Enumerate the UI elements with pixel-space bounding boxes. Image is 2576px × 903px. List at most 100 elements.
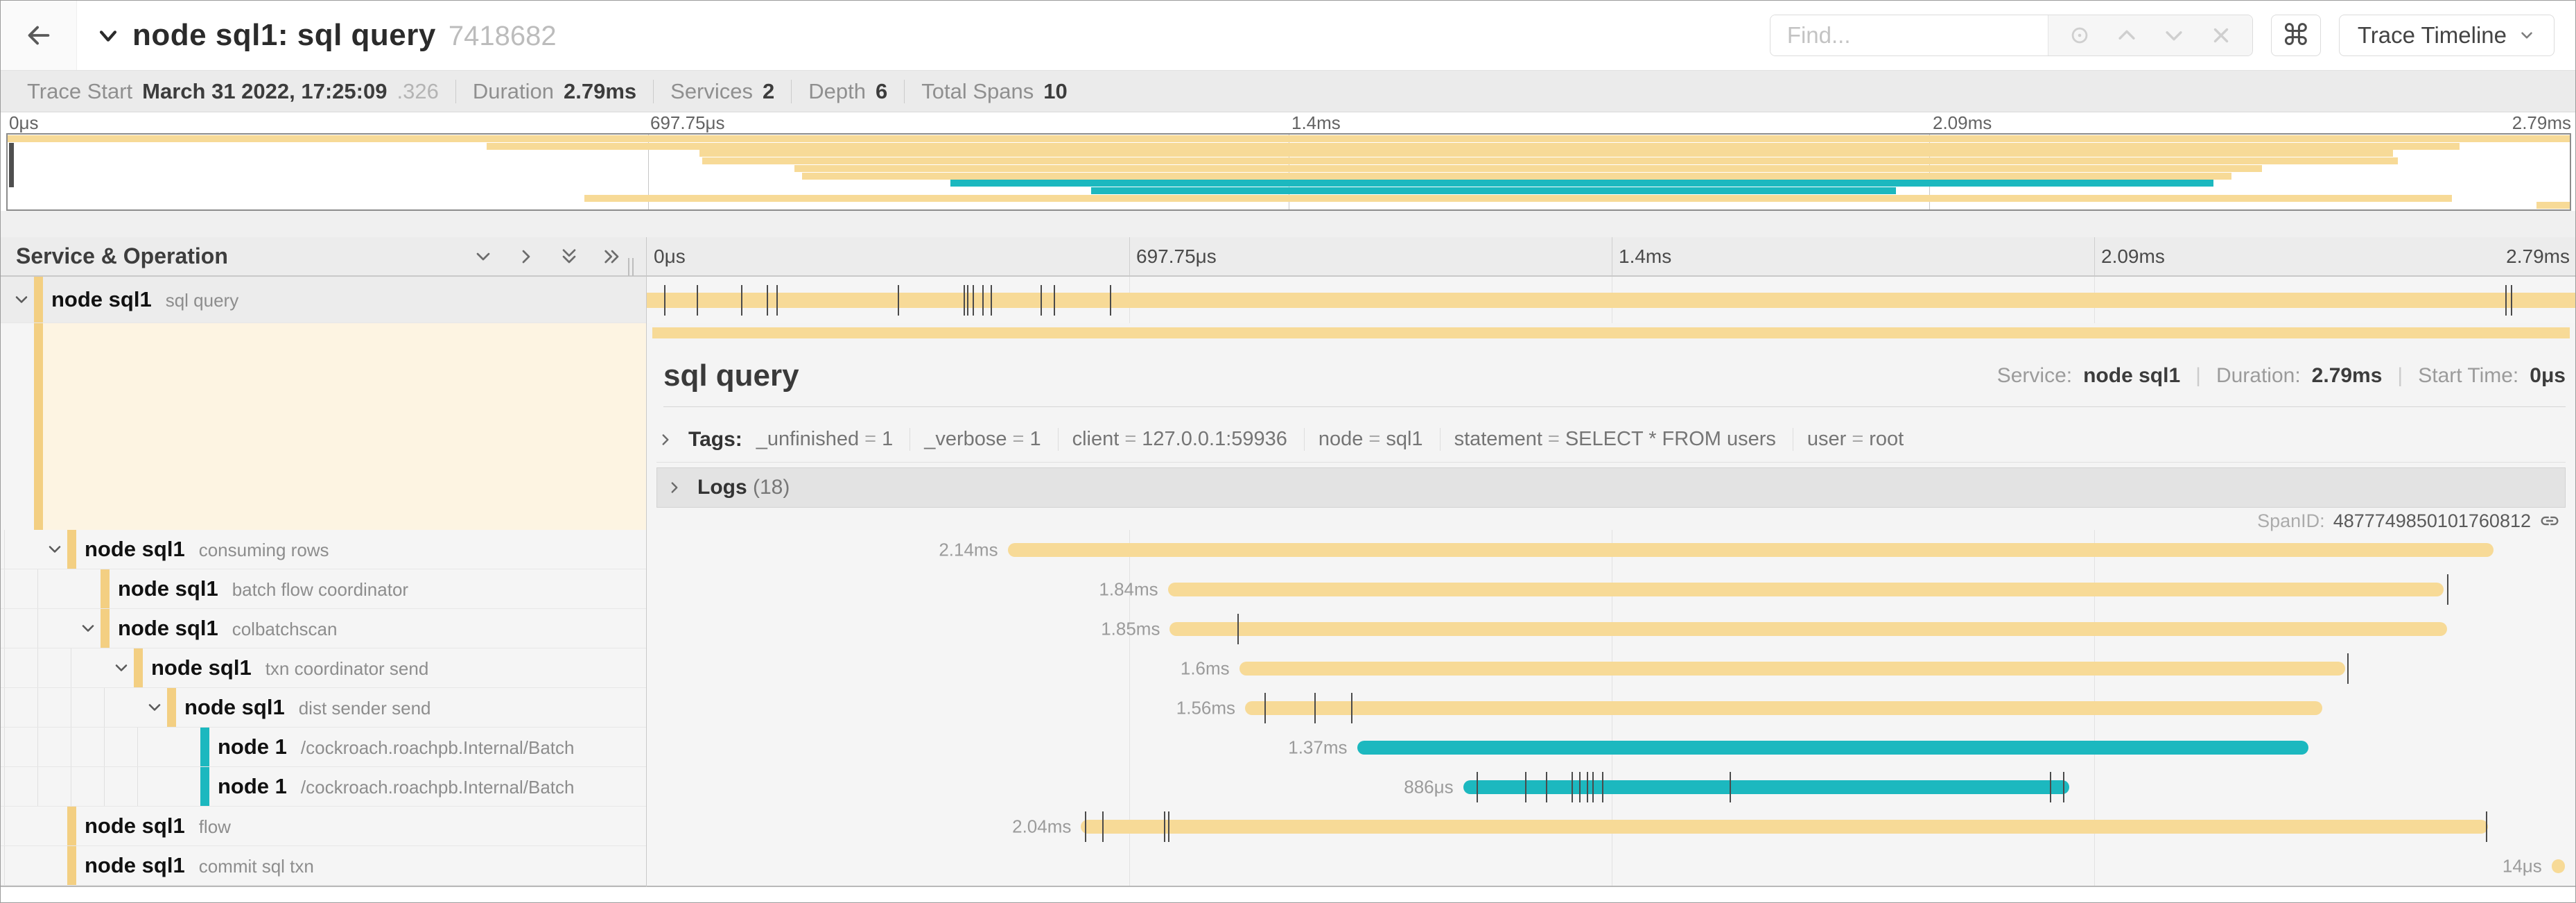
meta-value: 2.79ms bbox=[2312, 364, 2383, 388]
log-marker-tick bbox=[767, 285, 768, 316]
next-match-icon[interactable] bbox=[2162, 24, 2186, 47]
logs-count: (18) bbox=[753, 476, 790, 499]
link-icon[interactable] bbox=[2539, 510, 2560, 531]
span-row: node sql1flow2.04ms bbox=[1, 807, 2575, 846]
span-bar[interactable] bbox=[1357, 741, 2309, 755]
span-tree-row[interactable]: node sql1flow bbox=[1, 807, 646, 846]
span-duration-label: 1.56ms bbox=[1176, 697, 1245, 719]
service-color-bar bbox=[34, 277, 43, 322]
back-button[interactable] bbox=[1, 1, 77, 70]
service-name: node sql1txn coordinator send bbox=[151, 655, 428, 680]
tree-indent-guide bbox=[4, 530, 5, 569]
tree-indent-guide bbox=[4, 688, 5, 727]
top-header: node sql1: sql query 7418682 ⌘ Trace Tim… bbox=[1, 1, 2575, 70]
tree-indent-guide bbox=[37, 767, 38, 806]
trace-id: 7418682 bbox=[449, 21, 557, 52]
minimap-scrubber-handle[interactable] bbox=[9, 143, 14, 187]
span-bar[interactable] bbox=[647, 293, 2576, 308]
span-tree-row[interactable]: node sql1sql query bbox=[1, 277, 646, 323]
span-bar[interactable] bbox=[1168, 583, 2444, 596]
span-bar[interactable] bbox=[2552, 859, 2565, 873]
service-color-bar bbox=[67, 846, 76, 885]
span-tree-row[interactable]: node sql1txn coordinator send bbox=[1, 648, 646, 688]
operation-name: /cockroach.roachpb.Internal/Batch bbox=[301, 777, 575, 798]
trace-minimap[interactable] bbox=[6, 133, 2571, 211]
span-bar-cell[interactable]: 2.04ms bbox=[647, 807, 2576, 846]
span-tree-row[interactable]: node sql1consuming rows bbox=[1, 530, 646, 569]
span-bar-cell[interactable]: 14μs bbox=[647, 846, 2576, 886]
span-tree-row[interactable]: node sql1commit sql txn bbox=[1, 846, 646, 886]
span-tree-row[interactable]: node sql1dist sender send bbox=[1, 688, 646, 728]
span-tree-row[interactable]: node sql1colbatchscan bbox=[1, 609, 646, 648]
minimap-span-bar bbox=[1091, 187, 1896, 194]
service-operation-title: Service & Operation bbox=[16, 243, 228, 269]
find-input[interactable] bbox=[1770, 15, 2048, 55]
expand-all-icon[interactable] bbox=[601, 246, 623, 268]
tree-controls bbox=[472, 246, 647, 268]
span-bar-cell[interactable]: 1.85ms bbox=[647, 609, 2576, 648]
chevron-down-icon[interactable] bbox=[96, 22, 120, 49]
tree-chevron-down-icon[interactable] bbox=[12, 290, 31, 309]
spanid-label: SpanID: bbox=[2257, 510, 2325, 532]
span-bar[interactable] bbox=[1008, 543, 2494, 557]
summary-value: 2 bbox=[763, 79, 774, 104]
keyboard-shortcuts-button[interactable]: ⌘ bbox=[2271, 15, 2321, 56]
span-bar-cell[interactable]: 1.37ms bbox=[647, 728, 2576, 767]
chevron-right-icon[interactable] bbox=[656, 431, 675, 449]
tree-chevron-down-icon[interactable] bbox=[112, 658, 131, 678]
log-marker-tick bbox=[1579, 772, 1581, 802]
span-bar-cell[interactable]: 1.56ms bbox=[647, 688, 2576, 728]
span-bar[interactable] bbox=[1169, 622, 2447, 636]
span-tree-row[interactable]: node 1/cockroach.roachpb.Internal/Batch bbox=[1, 728, 646, 767]
trace-view-dropdown[interactable]: Trace Timeline bbox=[2339, 15, 2555, 56]
column-resize-handle[interactable] bbox=[628, 258, 634, 276]
span-bar-cell[interactable]: 886μs bbox=[647, 767, 2576, 807]
tag-equals: = bbox=[1542, 428, 1565, 450]
span-tree-row[interactable]: node 1/cockroach.roachpb.Internal/Batch bbox=[1, 767, 646, 807]
tree-indent-guide bbox=[37, 569, 38, 608]
service-color-bar bbox=[67, 530, 76, 569]
span-bar[interactable] bbox=[1239, 662, 2345, 676]
operation-name: txn coordinator send bbox=[266, 658, 429, 679]
summary-label: Services bbox=[670, 79, 753, 104]
tree-chevron-down-icon[interactable] bbox=[45, 540, 64, 559]
span-bar[interactable] bbox=[1081, 820, 2488, 834]
clear-find-icon[interactable] bbox=[2209, 24, 2233, 47]
summary-value: March 31 2022, 17:25:09 bbox=[142, 79, 387, 104]
tags-title: Tags: bbox=[688, 428, 742, 452]
span-tree-row[interactable]: node sql1batch flow coordinator bbox=[1, 569, 646, 609]
span-detail-section: sql queryService:node sql1|Duration:2.79… bbox=[1, 323, 2575, 530]
operation-name: dist sender send bbox=[299, 698, 431, 719]
service-name: node sql1colbatchscan bbox=[118, 616, 337, 641]
command-icon: ⌘ bbox=[2281, 21, 2310, 50]
axis-tick-label: 0μs bbox=[654, 246, 686, 268]
locate-icon[interactable] bbox=[2068, 24, 2091, 47]
collapse-all-icon[interactable] bbox=[558, 246, 580, 268]
span-bar-cell[interactable] bbox=[647, 277, 2576, 323]
expand-one-icon[interactable] bbox=[515, 246, 537, 268]
tree-chevron-down-icon[interactable] bbox=[145, 698, 164, 717]
log-marker-tick bbox=[967, 285, 968, 316]
log-marker-tick bbox=[1314, 693, 1316, 723]
timeline-axis: 0μs697.75μs1.4ms2.09ms2.79ms bbox=[647, 237, 2576, 275]
span-bar-cell[interactable]: 1.84ms bbox=[647, 569, 2576, 609]
tree-indent-guide bbox=[4, 569, 5, 608]
tree-chevron-down-icon[interactable] bbox=[78, 619, 98, 638]
span-bar-cell[interactable]: 1.6ms bbox=[647, 648, 2576, 688]
log-marker-tick bbox=[1587, 772, 1588, 802]
tags-row[interactable]: Tags:_unfinished=1_verbose=1client=127.0… bbox=[656, 417, 2566, 463]
log-marker-tick bbox=[2447, 574, 2448, 605]
span-bar-cell[interactable]: 2.14ms bbox=[647, 530, 2576, 569]
span-detail-left bbox=[1, 323, 646, 530]
span-bar[interactable] bbox=[1245, 701, 2322, 715]
prev-match-icon[interactable] bbox=[2115, 24, 2139, 47]
tag-item: _verbose=1 bbox=[924, 428, 1058, 451]
log-marker-tick bbox=[2486, 811, 2487, 842]
meta-separator: | bbox=[2191, 364, 2205, 388]
chevron-right-icon[interactable] bbox=[665, 479, 684, 497]
collapse-one-icon[interactable] bbox=[472, 246, 494, 268]
summary-label: Depth bbox=[808, 79, 866, 104]
span-bar[interactable] bbox=[1463, 780, 2069, 794]
span-row: node sql1sql query bbox=[1, 277, 2575, 323]
logs-row[interactable]: Logs (18) bbox=[656, 467, 2566, 508]
